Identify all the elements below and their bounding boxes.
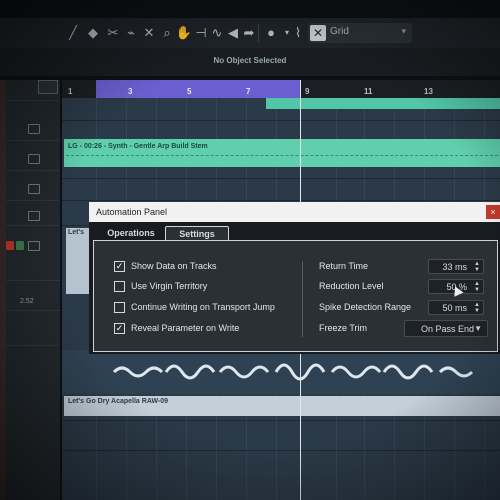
field-value: 33 ms: [442, 262, 467, 272]
spike-detection-field[interactable]: 50 ms ▲ ▼: [428, 300, 484, 315]
grid-type-select[interactable]: ✕ Grid ▾: [308, 23, 412, 43]
ruler-bar-label: 9: [305, 87, 310, 96]
record-enable-button[interactable]: [6, 241, 14, 250]
track-monitor-icon[interactable]: [28, 124, 40, 134]
setting-label: Return Time: [319, 261, 369, 271]
snap-icon[interactable]: ⌇: [287, 22, 309, 44]
audio-event-vocal[interactable]: Let's Go Dry Acapella RAW-09: [64, 396, 500, 416]
search-icon[interactable]: [38, 80, 58, 94]
info-line-text: No Object Selected: [213, 56, 287, 65]
ruler-bar-label: 13: [424, 87, 433, 96]
option-label: Continue Writing on Transport Jump: [131, 302, 275, 312]
ruler-bar-label: 7: [246, 87, 251, 96]
option-label: Reveal Parameter on Write: [131, 323, 240, 333]
grid-icon: ✕: [310, 25, 326, 41]
event-label: Let's: [68, 229, 85, 236]
dialog-title: Automation Panel: [96, 207, 168, 217]
return-time-field[interactable]: 33 ms ▲ ▼: [428, 259, 484, 274]
setting-label: Reduction Level: [319, 281, 384, 291]
settings-panel: ✓ Show Data on Tracks Use Virgin Territo…: [93, 240, 498, 352]
track-color-strip: [0, 80, 6, 500]
track-monitor-icon[interactable]: [28, 184, 40, 194]
toolbar: ╱ ◆ ✂ ⌁ ✕ ⌕ ✋ ⊣ ∿ ◀ ➦ ● ▾ ⌇ ✕ Grid ▾: [0, 18, 500, 48]
monitor-button[interactable]: [16, 241, 24, 250]
stepper-icon[interactable]: ▲ ▼: [474, 281, 480, 293]
erase-icon[interactable]: ◆: [82, 22, 104, 44]
ruler-bar-label: 5: [187, 87, 192, 96]
event-label: LG - 00:26 - Synth - Gentle Arp Build St…: [68, 143, 208, 150]
automation-panel-dialog: Automation Panel × Operations Settings ✓…: [89, 202, 500, 354]
tab-operations[interactable]: Operations: [101, 226, 161, 240]
audio-event-synth[interactable]: LG - 00:26 - Synth - Gentle Arp Build St…: [64, 139, 500, 167]
stepper-icon[interactable]: ▲ ▼: [474, 302, 480, 314]
info-line: No Object Selected: [0, 48, 500, 76]
option-label: Show Data on Tracks: [131, 261, 217, 271]
midi-part[interactable]: [266, 98, 500, 109]
track-edit-icon[interactable]: [28, 241, 40, 251]
field-value: 50 ms: [442, 303, 467, 313]
ruler-bar-label: 1: [68, 87, 73, 96]
chevron-down-icon: ▼: [474, 324, 482, 333]
cycle-range[interactable]: [96, 80, 301, 98]
line-tool-icon[interactable]: ╱: [62, 22, 84, 44]
track-value: 2.52: [20, 298, 34, 305]
ruler-bar-label: 11: [364, 87, 373, 96]
freeze-trim-select[interactable]: On Pass End ▼: [404, 320, 488, 337]
divider: [302, 261, 303, 337]
grid-label: Grid: [330, 26, 349, 37]
track-list: 2.52: [0, 80, 60, 500]
vocal-waveform-lane[interactable]: [62, 350, 500, 394]
setting-label: Freeze Trim: [319, 323, 368, 333]
chevron-down-icon: ▾: [401, 26, 406, 36]
close-button[interactable]: ×: [486, 205, 500, 219]
tab-settings[interactable]: Settings: [165, 226, 229, 241]
virgin-territory-checkbox[interactable]: [114, 281, 125, 292]
option-label: Use Virgin Territory: [131, 281, 208, 291]
event-label: Let's Go Dry Acapella RAW-09: [68, 398, 169, 405]
stepper-icon[interactable]: ▲ ▼: [474, 261, 480, 273]
ruler-bar-label: 3: [128, 87, 133, 96]
setting-label: Spike Detection Range: [319, 302, 412, 312]
dialog-titlebar[interactable]: Automation Panel ×: [89, 202, 500, 222]
arrow-icon[interactable]: ➦: [238, 22, 260, 44]
select-value: On Pass End: [421, 324, 475, 334]
continue-writing-checkbox[interactable]: [114, 302, 125, 313]
track-monitor-icon[interactable]: [28, 154, 40, 164]
track-monitor-icon[interactable]: [28, 211, 40, 221]
waveform: [112, 363, 474, 381]
reveal-parameter-checkbox[interactable]: ✓: [114, 323, 125, 334]
show-data-checkbox[interactable]: ✓: [114, 261, 125, 272]
